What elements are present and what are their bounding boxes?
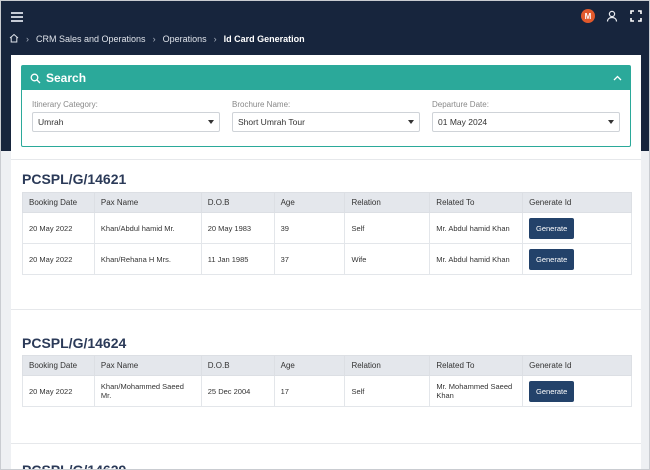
dob-cell: 20 May 1983	[200, 212, 275, 244]
search-title: Search	[46, 71, 87, 85]
search-panel: Search Itinerary Category: Umrah Brochur…	[21, 65, 631, 147]
content-panel: Search Itinerary Category: Umrah Brochur…	[11, 55, 641, 470]
generate-cell: Generate	[522, 212, 632, 244]
group-title: PCSPL/G/14629	[22, 462, 127, 470]
search-icon	[30, 73, 41, 83]
passenger-table: Booking Date Pax Name D.O.B Age Relation…	[22, 192, 632, 275]
column-header: D.O.B	[200, 192, 275, 213]
itinerary-category-select[interactable]: Umrah	[32, 112, 220, 132]
chevron-right-icon: ›	[152, 34, 156, 44]
home-icon[interactable]	[9, 33, 19, 45]
fullscreen-icon[interactable]	[629, 9, 643, 23]
table-header-row: Booking Date Pax Name D.O.B Age Relation…	[22, 355, 632, 376]
relation-cell: Self	[344, 212, 431, 244]
generate-cell: Generate	[522, 375, 632, 407]
breadcrumb-operations[interactable]: Operations	[163, 34, 207, 44]
brochure-name-field: Brochure Name: Short Umrah Tour	[232, 100, 420, 132]
itinerary-category-field: Itinerary Category: Umrah	[32, 100, 220, 132]
dropdown-arrow-icon	[608, 120, 614, 124]
departure-date-field: Departure Date: 01 May 2024	[432, 100, 620, 132]
breadcrumb-current: Id Card Generation	[223, 34, 305, 44]
app-window: M › CRM Sales and Operations › Operation…	[0, 0, 650, 470]
related-to-cell: Mr. Abdul hamid Khan	[429, 212, 524, 244]
pax-name-cell: Khan/Rehana H Mrs.	[93, 243, 202, 275]
search-header[interactable]: Search	[22, 66, 630, 90]
related-to-cell: Mr. Mohammed Saeed Khan	[429, 375, 524, 407]
table-row: 20 May 2022 Khan/Mohammed Saeed Mr. 25 D…	[22, 375, 632, 407]
relation-cell: Wife	[344, 243, 431, 275]
column-header: Generate Id	[522, 192, 632, 213]
column-header: Age	[273, 355, 346, 376]
itinerary-category-label: Itinerary Category:	[32, 100, 98, 109]
booking-date-cell: 20 May 2022	[22, 243, 95, 275]
group-title: PCSPL/G/14624	[22, 335, 127, 351]
generate-button[interactable]: Generate	[529, 217, 575, 239]
group-title: PCSPL/G/14621	[22, 171, 127, 187]
divider	[11, 443, 641, 444]
column-header: Pax Name	[93, 355, 202, 376]
brochure-name-value: Short Umrah Tour	[238, 117, 305, 127]
chevron-right-icon: ›	[213, 34, 217, 44]
booking-date-cell: 20 May 2022	[22, 375, 95, 407]
generate-button[interactable]: Generate	[529, 380, 575, 402]
column-header: Relation	[344, 355, 431, 376]
age-cell: 37	[273, 243, 346, 275]
column-header: D.O.B	[200, 355, 275, 376]
table-row: 20 May 2022 Khan/Rehana H Mrs. 11 Jan 19…	[22, 243, 632, 275]
departure-date-label: Departure Date:	[432, 100, 489, 109]
column-header: Related To	[429, 355, 524, 376]
column-header: Booking Date	[22, 192, 95, 213]
pax-name-cell: Khan/Mohammed Saeed Mr.	[93, 375, 202, 407]
top-right-actions: M	[581, 9, 643, 23]
column-header: Booking Date	[22, 355, 95, 376]
brochure-name-select[interactable]: Short Umrah Tour	[232, 112, 420, 132]
chevron-up-icon[interactable]	[613, 75, 622, 81]
column-header: Related To	[429, 192, 524, 213]
dob-cell: 25 Dec 2004	[200, 375, 275, 407]
brochure-name-label: Brochure Name:	[232, 100, 291, 109]
divider	[11, 309, 641, 310]
age-cell: 17	[273, 375, 346, 407]
generate-cell: Generate	[522, 243, 632, 275]
booking-date-cell: 20 May 2022	[22, 212, 95, 244]
related-to-cell: Mr. Abdul hamid Khan	[429, 243, 524, 275]
dropdown-arrow-icon	[408, 120, 414, 124]
user-icon[interactable]	[605, 9, 619, 23]
age-cell: 39	[273, 212, 346, 244]
dob-cell: 11 Jan 1985	[200, 243, 275, 275]
column-header: Age	[273, 192, 346, 213]
pax-name-cell: Khan/Abdul hamid Mr.	[93, 212, 202, 244]
breadcrumb-crm[interactable]: CRM Sales and Operations	[36, 34, 146, 44]
table-row: 20 May 2022 Khan/Abdul hamid Mr. 20 May …	[22, 212, 632, 244]
dropdown-arrow-icon	[208, 120, 214, 124]
departure-date-select[interactable]: 01 May 2024	[432, 112, 620, 132]
generate-button[interactable]: Generate	[529, 248, 575, 270]
passenger-table: Booking Date Pax Name D.O.B Age Relation…	[22, 355, 632, 407]
column-header: Generate Id	[522, 355, 632, 376]
divider	[11, 159, 641, 160]
itinerary-category-value: Umrah	[38, 117, 64, 127]
departure-date-value: 01 May 2024	[438, 117, 488, 127]
avatar[interactable]: M	[581, 9, 595, 23]
menu-icon[interactable]	[11, 12, 23, 22]
breadcrumb: › CRM Sales and Operations › Operations …	[9, 33, 305, 45]
column-header: Pax Name	[93, 192, 202, 213]
column-header: Relation	[344, 192, 431, 213]
relation-cell: Self	[344, 375, 431, 407]
table-header-row: Booking Date Pax Name D.O.B Age Relation…	[22, 192, 632, 213]
chevron-right-icon: ›	[26, 34, 29, 44]
